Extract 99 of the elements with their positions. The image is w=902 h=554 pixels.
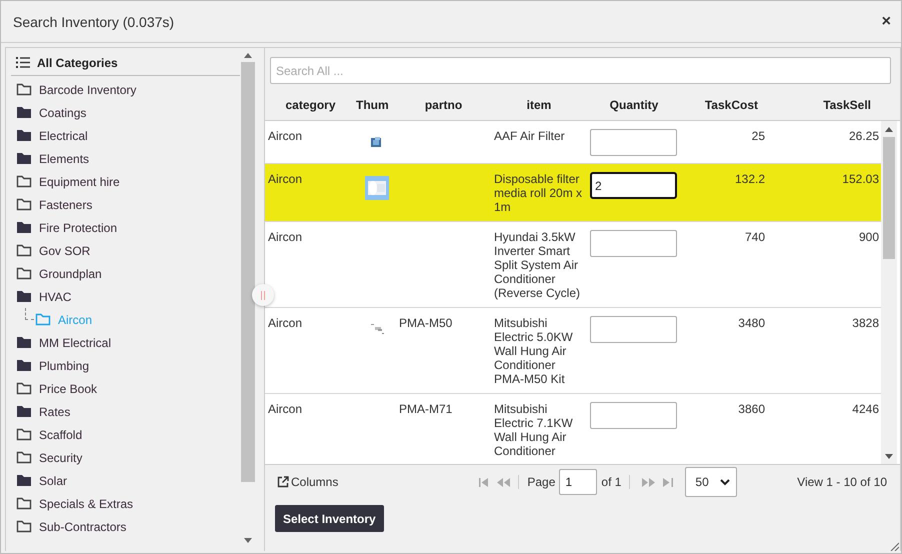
column-header[interactable]: category: [265, 89, 356, 120]
table-cell: PMA-M50: [399, 316, 452, 330]
folder-icon: [16, 221, 32, 234]
folder-icon: [16, 129, 32, 142]
scroll-up-icon[interactable]: [244, 52, 252, 58]
folder-icon: [16, 336, 32, 349]
folder-icon: [16, 451, 32, 464]
tree-item[interactable]: Sub-Contractors: [11, 515, 240, 538]
tree-item[interactable]: HVAC: [11, 285, 240, 308]
quantity-field[interactable]: 2: [590, 172, 677, 199]
tree-item[interactable]: Fire Protection: [11, 216, 240, 239]
columns-button[interactable]: Columns: [277, 475, 338, 489]
column-header[interactable]: partno: [396, 89, 491, 120]
tree-item[interactable]: Plumbing: [11, 354, 240, 377]
tree-item[interactable]: Solar: [11, 469, 240, 492]
table-cell: 25: [752, 129, 765, 143]
next-page-icon[interactable]: [642, 478, 656, 486]
column-header[interactable]: item: [491, 89, 587, 120]
column-header[interactable]: TaskSell: [768, 89, 881, 120]
scroll-up-icon[interactable]: [885, 126, 893, 132]
table-cell: Hyundai 3.5kW Inverter Smart Split System Air Conditioner (Reverse Cycle): [494, 230, 580, 300]
tree-item[interactable]: MM Electrical: [11, 331, 240, 354]
external-link-icon: [277, 476, 289, 488]
quantity-field[interactable]: [590, 230, 677, 257]
table-cell: AAF Air Filter: [494, 129, 565, 143]
folder-icon: [16, 290, 32, 303]
close-button[interactable]: ×: [882, 12, 891, 30]
folder-icon: [16, 152, 32, 165]
folder-icon: [16, 359, 32, 372]
table-cell: 132.2: [734, 172, 765, 186]
table-cell: Aircon: [268, 230, 302, 244]
column-header[interactable]: Thum: [356, 89, 396, 120]
table-cell: 740: [744, 230, 765, 244]
record-summary: View 1 - 10 of 10: [797, 475, 887, 489]
table-cell: PMA-M71: [399, 402, 452, 416]
table-cell: Aircon: [268, 316, 302, 330]
folder-icon: [16, 520, 32, 533]
tree-item[interactable]: Equipment hire: [11, 170, 240, 193]
folder-icon: [16, 267, 32, 280]
table-cell: Mitsubishi Electric 5.0KW Wall Hung Air Conditioner PMA-M50 Kit: [494, 316, 573, 386]
tree-item[interactable]: Fasteners: [11, 193, 240, 216]
table-cell: 900: [858, 230, 879, 244]
folder-icon: [16, 428, 32, 441]
column-header[interactable]: TaskCost: [681, 89, 768, 120]
page-field[interactable]: 1: [559, 469, 598, 495]
folder-icon: [16, 106, 32, 119]
folder-icon: [16, 382, 32, 395]
table-cell: Disposable filter media roll 20m x 1m: [494, 172, 582, 214]
tree-item[interactable]: Barcode Inventory: [11, 78, 240, 101]
column-header[interactable]: Quantity: [587, 89, 681, 120]
first-page-icon[interactable]: [479, 478, 490, 486]
table-cell: 3480: [738, 316, 765, 330]
folder-icon: [16, 405, 32, 418]
tree-item[interactable]: Elements: [11, 147, 240, 170]
table-cell: 152.03: [842, 172, 879, 186]
table-cell: Mitsubishi Electric 7.1KW Wall Hung Air Conditioner: [494, 402, 573, 458]
tree-item[interactable]: Rates: [11, 400, 240, 423]
folder-icon: [35, 313, 51, 326]
table-row[interactable]: Aircon Disposable filter media roll 20m x 1m 2 132.2 152.03: [265, 164, 881, 222]
search-field[interactable]: Search All ...: [270, 57, 891, 84]
folder-icon: [16, 497, 32, 510]
table-cell: 26.25: [848, 129, 879, 143]
tree-header: All Categories: [37, 56, 118, 70]
page-count: of 1: [601, 475, 622, 489]
chevron-down-icon: [720, 478, 730, 486]
page-size-select[interactable]: 50: [685, 467, 738, 497]
table-cell: Aircon: [268, 129, 302, 143]
tree-item[interactable]: Security: [11, 446, 240, 469]
table-cell: 3828: [852, 316, 879, 330]
select-inventory-button[interactable]: Select Inventory: [275, 505, 384, 532]
last-page-icon[interactable]: [663, 478, 674, 486]
scrollbar-thumb[interactable]: [240, 62, 254, 482]
table-cell: 3860: [738, 402, 765, 416]
page-label: Page: [527, 475, 556, 489]
folder-icon: [16, 83, 32, 96]
tree-item[interactable]: Specials & Extras: [11, 492, 240, 515]
table-cell: Aircon: [268, 402, 302, 416]
tree-item[interactable]: Coatings: [11, 101, 240, 124]
scroll-down-icon[interactable]: [244, 538, 252, 542]
quantity-field[interactable]: [590, 129, 677, 156]
scrollbar-thumb[interactable]: [883, 137, 895, 259]
folder-icon: [16, 175, 32, 188]
folder-icon: [16, 474, 32, 487]
tree-item[interactable]: Price Book: [11, 377, 240, 400]
tree-item[interactable]: Gov SOR: [11, 239, 240, 262]
resize-grip-icon[interactable]: [889, 541, 899, 551]
table-cell: Aircon: [268, 172, 302, 186]
quantity-field[interactable]: [590, 316, 677, 343]
previous-page-icon[interactable]: [497, 478, 510, 486]
quantity-field[interactable]: [590, 402, 677, 429]
tree-item[interactable]: Electrical: [11, 124, 240, 147]
scroll-down-icon[interactable]: [885, 454, 893, 458]
window-title: Search Inventory (0.037s): [13, 14, 174, 30]
table-cell: 4246: [852, 402, 879, 416]
tree-item[interactable]: Scaffold: [11, 423, 240, 446]
list-icon: [16, 57, 30, 68]
tree-item[interactable]: Groundplan: [11, 262, 240, 285]
folder-icon: [16, 198, 32, 211]
folder-icon: [16, 244, 32, 257]
